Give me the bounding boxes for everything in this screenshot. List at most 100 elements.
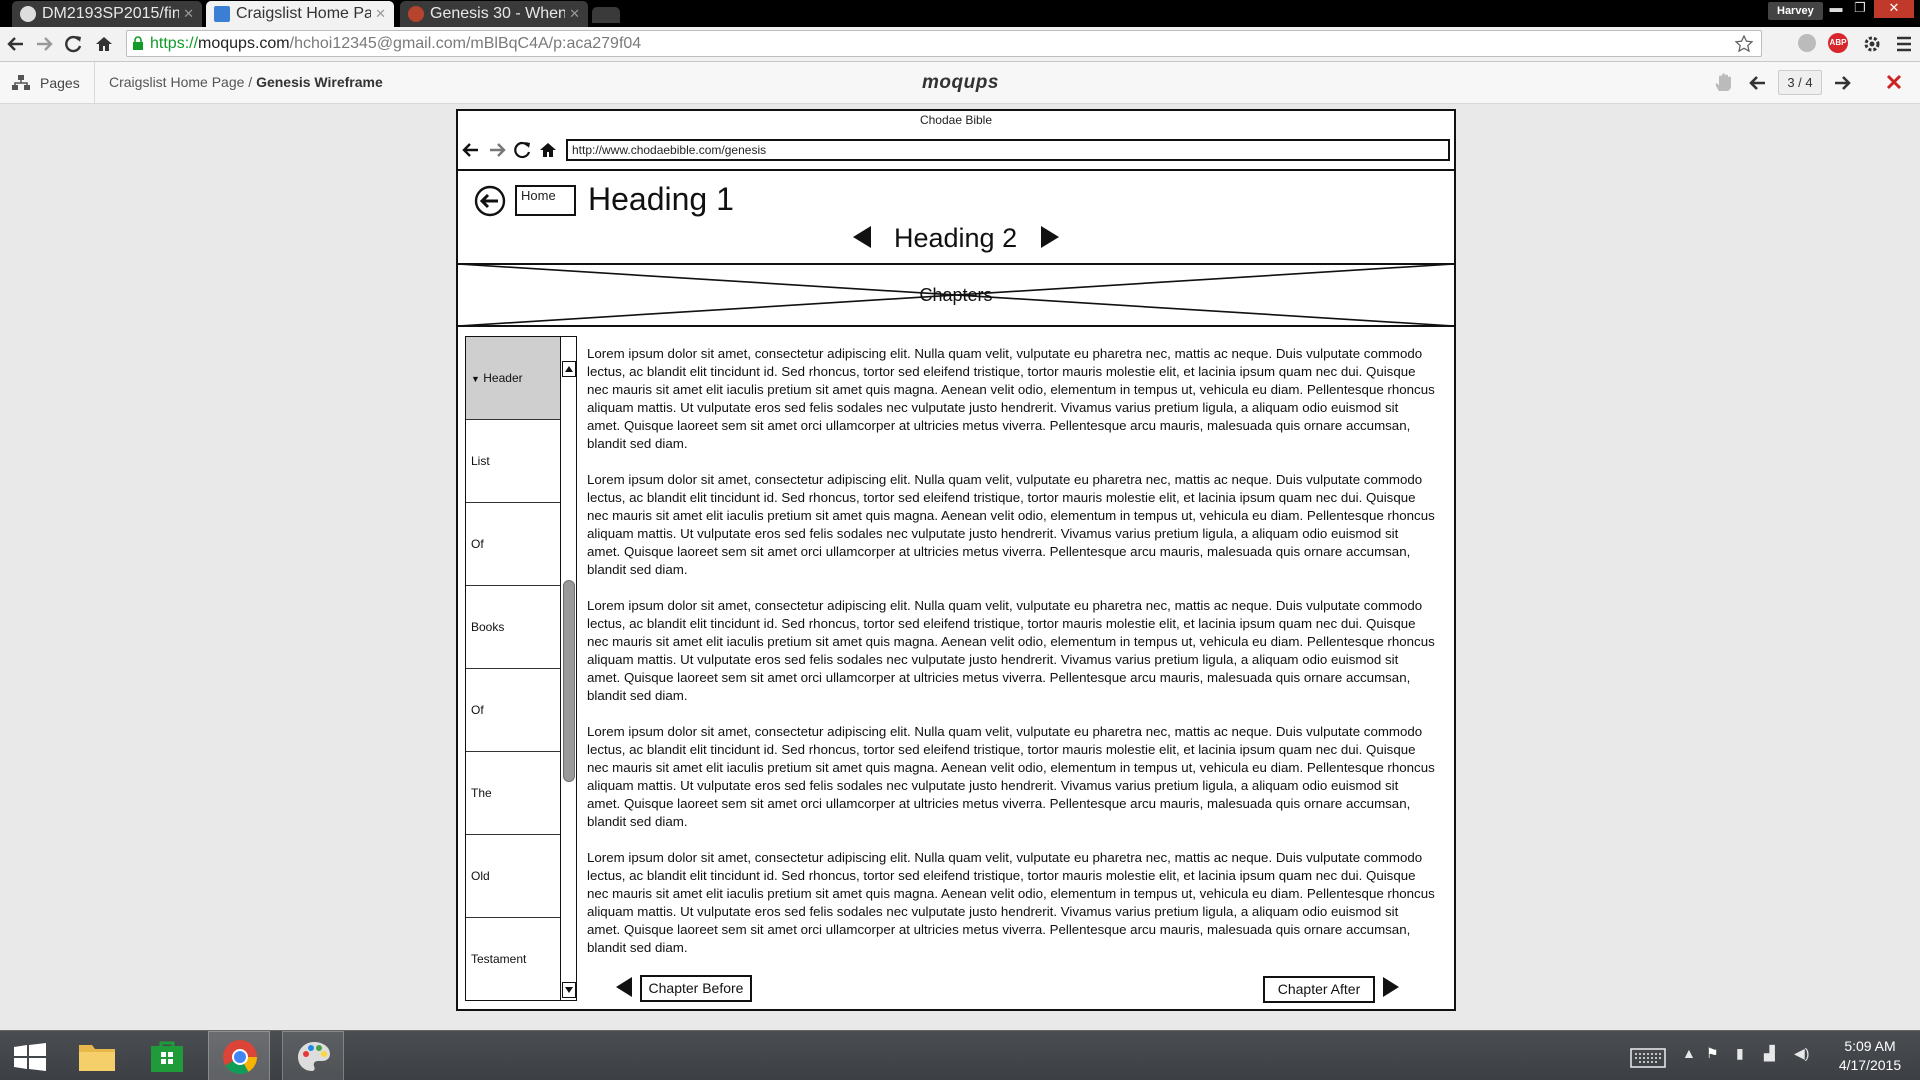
paragraph: Lorem ipsum dolor sit amet, consectetur …: [587, 346, 1435, 451]
action-center-icon[interactable]: ⚑: [1706, 1045, 1719, 1062]
restore-icon[interactable]: ❐: [1850, 0, 1870, 18]
extension-icon[interactable]: [1798, 34, 1816, 52]
minimize-icon[interactable]: ▬: [1826, 0, 1846, 18]
user-profile-chip[interactable]: Harvey: [1768, 2, 1823, 20]
chapters-label: Chapters: [919, 285, 993, 305]
hand-icon[interactable]: [1714, 73, 1732, 93]
pages-button[interactable]: Pages: [0, 62, 95, 103]
divider: [458, 169, 1454, 171]
star-icon[interactable]: [1735, 35, 1753, 53]
moqups-icon: [214, 6, 230, 22]
github-icon: [20, 6, 36, 22]
folder-icon: [79, 1045, 115, 1071]
book-list: ▼ Header List Of Books Of The Old Testam…: [465, 336, 577, 1001]
list-item[interactable]: Testament: [466, 918, 560, 1000]
reload-icon[interactable]: [64, 34, 84, 54]
paragraph: Lorem ipsum dolor sit amet, consectetur …: [587, 724, 1435, 829]
close-icon[interactable]: [1886, 74, 1902, 90]
lock-icon: [133, 36, 143, 50]
scroll-down-button[interactable]: [562, 982, 576, 998]
start-button[interactable]: [0, 1031, 62, 1080]
chapter-before-button[interactable]: Chapter Before: [640, 975, 752, 1002]
chapter-after-arrow-icon[interactable]: [1382, 976, 1400, 998]
circle-back-icon[interactable]: [474, 185, 506, 217]
tab-close-icon[interactable]: ✕: [569, 6, 580, 22]
url-host: moqups.com: [198, 35, 290, 52]
battery-icon[interactable]: ▮: [1736, 1045, 1744, 1062]
gear-icon[interactable]: [1862, 34, 1882, 54]
store-icon: [151, 1041, 183, 1072]
chapter-after-button[interactable]: Chapter After: [1263, 976, 1375, 1003]
list-item-header[interactable]: ▼ Header: [466, 337, 560, 420]
scrollbar-thumb[interactable]: [563, 580, 575, 782]
wireframe-browser-window: Chodae Bible http://www.chodaebible.com/…: [456, 109, 1456, 1011]
tray-expand-icon[interactable]: ▲: [1682, 1045, 1696, 1061]
paragraph: Lorem ipsum dolor sit amet, consectetur …: [587, 472, 1435, 577]
back-arrow-icon[interactable]: [462, 141, 480, 159]
tab-close-icon[interactable]: ✕: [183, 6, 194, 22]
chapter-before-arrow-icon[interactable]: [615, 976, 633, 998]
sitemap-icon: [12, 74, 30, 90]
network-signal-icon[interactable]: ▟: [1764, 1045, 1775, 1062]
list-item[interactable]: Old: [466, 835, 560, 918]
previous-triangle-icon[interactable]: [852, 225, 872, 249]
home-icon[interactable]: [94, 34, 114, 54]
forward-arrow-icon[interactable]: [34, 34, 54, 54]
forward-arrow-icon[interactable]: [488, 141, 506, 159]
breadcrumb-separator: /: [248, 74, 253, 90]
tab-github[interactable]: DM2193SP2015/fina ✕: [12, 1, 202, 27]
tab-genesis[interactable]: Genesis 30 - When R ✕: [400, 1, 588, 27]
next-page-icon[interactable]: [1834, 75, 1852, 91]
browser-tab-strip: DM2193SP2015/fina ✕ Craigslist Home Page…: [0, 0, 1920, 27]
back-arrow-icon[interactable]: [6, 34, 26, 54]
previous-page-icon[interactable]: [1748, 75, 1766, 91]
windows-taskbar: ▲ ⚑ ▮ ▟ ◀) 5:09 AM 4/17/2015: [0, 1030, 1920, 1080]
paragraph: Lorem ipsum dolor sit amet, consectetur …: [587, 850, 1435, 955]
list-item[interactable]: Of: [466, 503, 560, 586]
list-item[interactable]: The: [466, 752, 560, 835]
moqups-toolbar: Pages Craigslist Home Page / Genesis Wir…: [0, 62, 1920, 104]
chrome-icon: [223, 1040, 257, 1074]
wireframe-url-field[interactable]: http://www.chodaebible.com/genesis: [566, 139, 1450, 161]
clock-date: 4/17/2015: [1838, 1057, 1902, 1073]
home-icon[interactable]: [539, 141, 557, 159]
taskbar-paint[interactable]: [282, 1031, 344, 1080]
list-item[interactable]: Books: [466, 586, 560, 669]
url-path: /hchoi12345@gmail.com/mBlBqC4A/p:aca279f…: [289, 35, 642, 52]
menu-icon[interactable]: [1896, 35, 1912, 53]
adblock-icon[interactable]: ABP: [1828, 33, 1848, 53]
taskbar-file-explorer[interactable]: [66, 1031, 128, 1080]
list-item[interactable]: List: [466, 420, 560, 503]
new-tab-button[interactable]: [592, 7, 620, 23]
tab-title: Genesis 30 - When R: [430, 5, 566, 22]
caret-down-icon: ▼: [471, 374, 480, 384]
heading-2: Heading 2: [894, 223, 1018, 253]
reload-icon[interactable]: [514, 141, 532, 159]
genesis-icon: [408, 6, 424, 22]
scroll-up-button[interactable]: [562, 361, 576, 377]
taskbar-chrome[interactable]: [208, 1031, 270, 1080]
tab-close-icon[interactable]: ✕: [375, 6, 386, 22]
tab-craigslist[interactable]: Craigslist Home Page ✕: [206, 1, 394, 27]
volume-icon[interactable]: ◀): [1794, 1045, 1809, 1062]
tab-title: Craigslist Home Page: [236, 5, 372, 22]
clock-time: 5:09 AM: [1844, 1038, 1896, 1054]
next-triangle-icon[interactable]: [1040, 225, 1060, 249]
url-bar[interactable]: https://moqups.com/hchoi12345@gmail.com/…: [126, 30, 1762, 57]
taskbar-store[interactable]: [136, 1031, 198, 1080]
browser-toolbar: https://moqups.com/hchoi12345@gmail.com/…: [0, 27, 1920, 62]
breadcrumb-parent[interactable]: Craigslist Home Page: [109, 74, 244, 90]
window-close-icon[interactable]: ✕: [1874, 0, 1914, 18]
scrollbar[interactable]: [560, 337, 576, 1000]
wireframe-window-title: Chodae Bible: [919, 113, 993, 127]
list-item-label: Header: [483, 371, 523, 385]
heading-1: Heading 1: [588, 181, 734, 217]
keyboard-icon[interactable]: [1630, 1048, 1666, 1068]
tab-title: DM2193SP2015/fina: [42, 5, 180, 22]
system-clock[interactable]: 5:09 AM 4/17/2015: [1830, 1037, 1910, 1075]
list-item[interactable]: Of: [466, 669, 560, 752]
moqups-logo: moqups: [922, 72, 999, 93]
breadcrumb: Craigslist Home Page / Genesis Wireframe: [109, 74, 383, 90]
paint-palette-icon: [298, 1042, 330, 1071]
home-button[interactable]: Home: [515, 185, 576, 216]
